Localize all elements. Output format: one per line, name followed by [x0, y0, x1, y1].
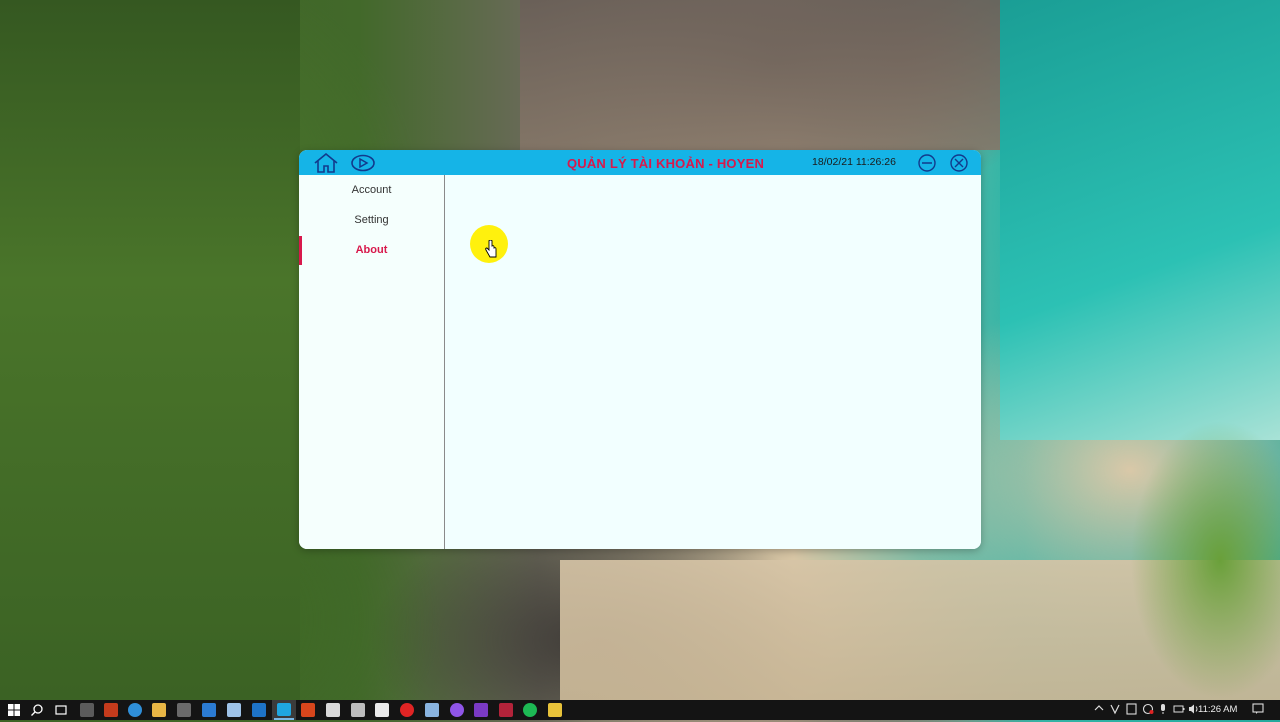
datetime-display: 18/02/21 11:26:26 — [812, 156, 896, 168]
office-icon[interactable] — [301, 703, 315, 717]
window-title: QUẢN LÝ TÀI KHOẢN - HOYEN — [566, 156, 765, 171]
sidebar-item-setting[interactable]: Setting — [299, 206, 444, 234]
desktop-wallpaper-sea — [1000, 0, 1280, 440]
taskbar-clock[interactable]: 11:26 AM — [1198, 704, 1237, 715]
active-app-icon[interactable] — [272, 700, 296, 720]
task-view-icon[interactable] — [54, 703, 68, 717]
app-icon[interactable] — [104, 703, 118, 717]
app-icon[interactable] — [375, 703, 389, 717]
app-icon[interactable] — [227, 703, 241, 717]
search-icon[interactable] — [30, 703, 44, 717]
taskbar: 11:26 AM — [0, 700, 1280, 720]
desktop-wallpaper-foliage — [0, 0, 300, 700]
hand-cursor-icon — [485, 240, 497, 258]
app-window: QUẢN LÝ TÀI KHOẢN - HOYEN 18/02/21 11:26… — [299, 150, 981, 549]
widget-icon[interactable] — [80, 703, 94, 717]
lock-icon[interactable] — [351, 703, 365, 717]
sidebar: Account Setting About — [299, 175, 445, 549]
home-icon[interactable] — [311, 153, 341, 173]
app-icon[interactable] — [499, 703, 513, 717]
desktop-wallpaper-rocks — [520, 0, 1060, 150]
app-icon[interactable] — [1142, 703, 1154, 717]
app-icon[interactable] — [326, 703, 340, 717]
content-panel — [445, 175, 981, 549]
app-icon[interactable] — [425, 703, 439, 717]
sidebar-item-about[interactable]: About — [299, 236, 444, 264]
messenger-icon[interactable] — [450, 703, 464, 717]
windows-start-icon[interactable] — [7, 703, 21, 717]
notification-icon[interactable] — [1252, 703, 1264, 717]
minimize-icon[interactable] — [917, 154, 937, 172]
app-icon[interactable] — [1126, 703, 1137, 717]
network-icon[interactable] — [1110, 703, 1120, 717]
title-bar[interactable]: QUẢN LÝ TÀI KHOẢN - HOYEN 18/02/21 11:26… — [299, 150, 981, 175]
vscode-icon[interactable] — [252, 703, 266, 717]
store-icon[interactable] — [177, 703, 191, 717]
visual-studio-icon[interactable] — [474, 703, 488, 717]
battery-icon[interactable] — [1173, 703, 1185, 717]
chevron-up-icon[interactable] — [1094, 703, 1104, 715]
edge-icon[interactable] — [128, 703, 142, 717]
spotify-icon[interactable] — [523, 703, 537, 717]
mail-icon[interactable] — [202, 703, 216, 717]
microphone-icon[interactable] — [1159, 703, 1167, 717]
play-icon[interactable] — [348, 153, 378, 173]
file-explorer-icon[interactable] — [152, 703, 166, 717]
desktop-wallpaper-leaves — [1130, 420, 1280, 700]
record-icon[interactable] — [400, 703, 414, 717]
sidebar-item-account[interactable]: Account — [299, 176, 444, 204]
app-icon[interactable] — [548, 703, 562, 717]
close-icon[interactable] — [949, 154, 969, 172]
